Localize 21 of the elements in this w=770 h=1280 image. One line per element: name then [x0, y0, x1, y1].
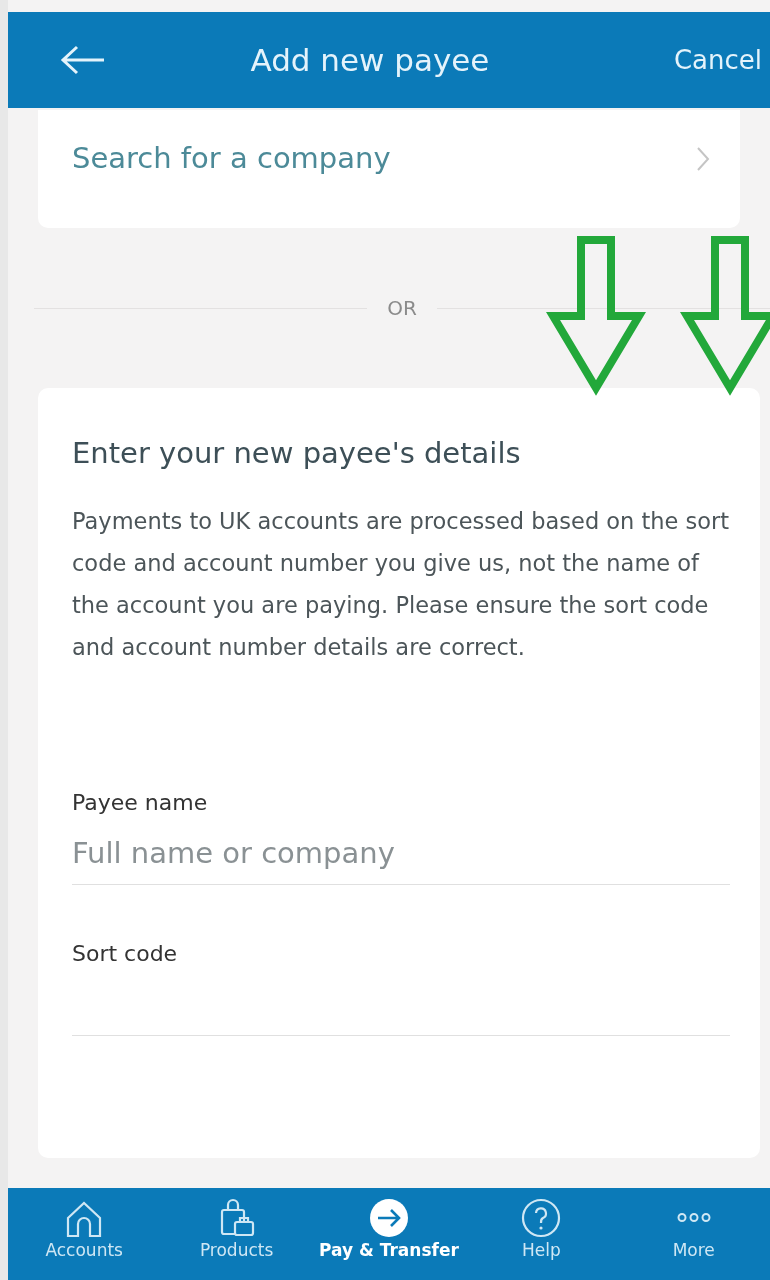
field-label: Payee name	[72, 788, 209, 817]
section-heading: Enter your new payee's details	[72, 435, 522, 472]
nav-tab[interactable]: More	[618, 1198, 769, 1280]
nav-tab[interactable]: Products	[161, 1198, 312, 1280]
input-field[interactable]: Full name or company	[72, 826, 730, 885]
down-arrow-icon	[680, 236, 770, 396]
arrow-circle-icon	[368, 1198, 409, 1238]
chevron-icon	[696, 146, 710, 172]
down-arrow-icon	[546, 236, 646, 396]
page-title: Add new payee	[249, 40, 491, 80]
nav-tab[interactable]: Accounts	[9, 1198, 160, 1280]
nav-tab[interactable]: Pay & Transfer	[313, 1198, 464, 1280]
back-button[interactable]	[60, 45, 106, 75]
cancel-button[interactable]: Cancel	[673, 40, 762, 80]
help-icon	[521, 1198, 562, 1238]
more-icon	[674, 1212, 713, 1223]
info-paragraph: Payments to UK accounts are processed based on the sort code and account number you give us, not the name of the account you are paying. Please ensure the sort code and account number details are correct.	[72, 506, 730, 662]
nav-tab[interactable]: Help	[466, 1198, 617, 1280]
search-company-row[interactable]: Search for a company	[38, 110, 740, 228]
or-label: OR	[387, 295, 417, 322]
field-label: Sort code	[72, 939, 179, 968]
